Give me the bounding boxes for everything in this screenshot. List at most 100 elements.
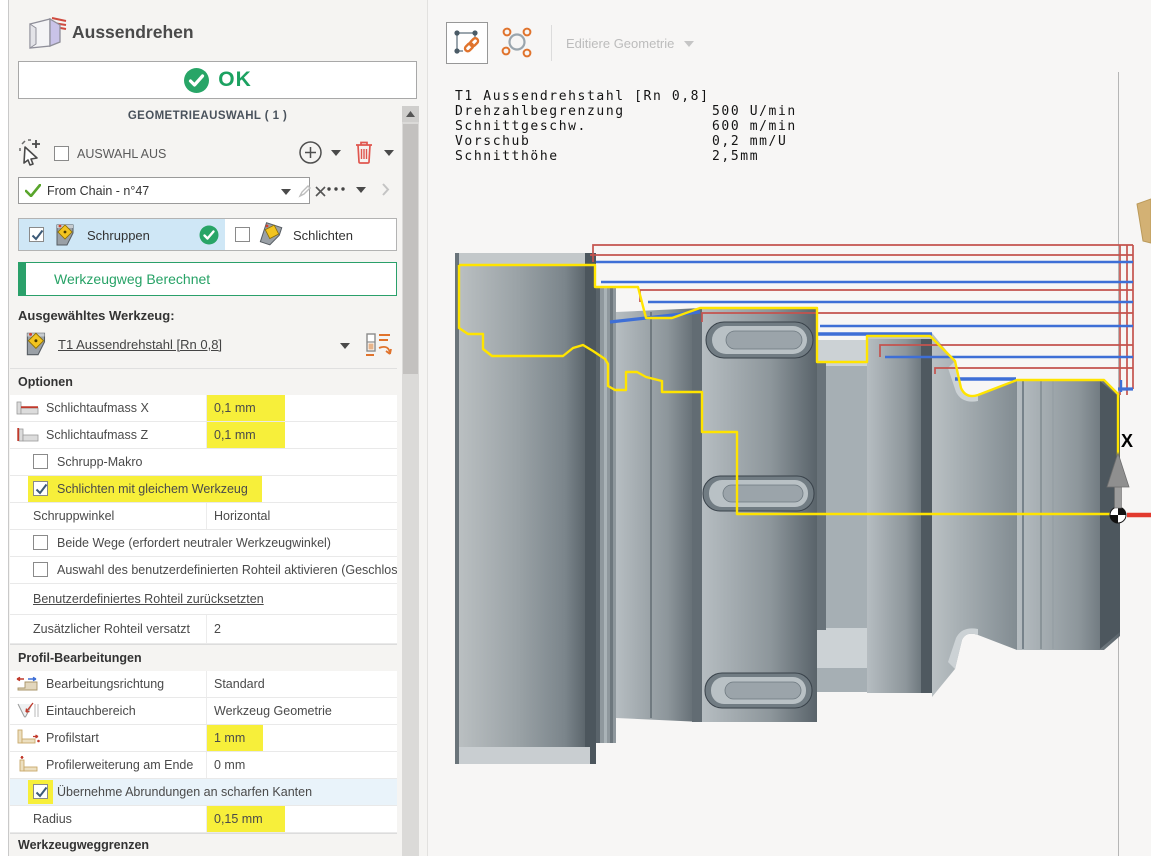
profile-row-eintauchbereich[interactable]: Eintauchbereich Werkzeug Geometrie (10, 698, 397, 725)
option-row-schruppwinkel[interactable]: Schruppwinkel Horizontal (10, 503, 397, 530)
part-model (455, 253, 1120, 764)
schlichten-checkbox[interactable] (235, 227, 250, 242)
option-row-rohteil-versatzt[interactable]: Zusätzlicher Rohteil versatzt 2 (10, 615, 397, 644)
schruppen-tool-icon (52, 222, 80, 248)
plunge-zone-icon (15, 701, 41, 721)
status-text: Werkzeugweg Berechnet (54, 271, 210, 287)
page-title: Aussendrehen (72, 22, 194, 43)
option-value[interactable]: 0,1 mm (214, 401, 256, 415)
scroll-up-arrow-icon (406, 111, 415, 117)
option-row-schrupp-makro[interactable]: Schrupp-Makro (10, 449, 397, 476)
delete-geometry-icon[interactable] (352, 139, 376, 165)
select-add-icon[interactable] (19, 138, 47, 166)
next-chevron-icon[interactable] (381, 182, 390, 197)
option-label: Radius (33, 812, 72, 826)
clear-chain-icon[interactable] (315, 186, 326, 197)
option-row-schlichten-gleiches-werkzeug[interactable]: Schlichten mit gleichem Werkzeug (10, 476, 397, 503)
app-window: Aussendrehen OK GEOMETRIEAUSWAHL ( 1 ) A… (0, 0, 1151, 856)
scrollbar-thumb[interactable] (403, 124, 418, 374)
tool-holder-shape (1137, 199, 1151, 243)
option-label: Auswahl des benutzerdefinierten Rohteil … (57, 563, 397, 577)
toolpath-limits-header: Werkzeugweggrenzen (10, 833, 397, 856)
profile-row-bearbeitungsrichtung[interactable]: Bearbeitungsrichtung Standard (10, 671, 397, 698)
profile-row-profilerweiterung[interactable]: Profilerweiterung am Ende 0 mm (10, 752, 397, 779)
custom-stock-checkbox[interactable] (33, 562, 48, 577)
model-view[interactable]: X (428, 56, 1151, 856)
profile-extension-icon (15, 755, 41, 775)
option-label: Schrupp-Makro (57, 455, 142, 469)
profile-header: Profil-Bearbeitungen (10, 644, 397, 671)
delete-dropdown-icon[interactable] (384, 150, 394, 156)
option-value[interactable]: 0,15 mm (214, 812, 263, 826)
schrupp-makro-checkbox[interactable] (33, 454, 48, 469)
chain-selector[interactable]: From Chain - n°47 (18, 177, 310, 204)
edit-chain-icon[interactable] (298, 184, 312, 198)
option-value[interactable]: Standard (214, 677, 265, 691)
option-row-reset-stock[interactable]: Benutzerdefiniertes Rohteil zurücksetzte… (10, 584, 397, 615)
finish-same-tool-checkbox[interactable] (33, 481, 48, 496)
ok-check-icon (183, 67, 210, 94)
origin-marker (1110, 507, 1151, 523)
reset-stock-link[interactable]: Benutzerdefiniertes Rohteil zurücksetzte… (33, 592, 264, 606)
add-dropdown-icon[interactable] (331, 150, 341, 156)
x-axis-label: X (1121, 431, 1133, 451)
option-label: Profilstart (46, 731, 99, 745)
machining-direction-icon (15, 674, 41, 694)
option-value[interactable]: 2 (214, 622, 221, 636)
more-options-icon[interactable] (326, 186, 346, 192)
options-list: Optionen Schlichtaufmass X 0,1 mm Schlic… (10, 369, 397, 856)
window-edge (8, 0, 9, 856)
tool-library-icon[interactable] (362, 330, 394, 362)
option-value[interactable]: 0,1 mm (214, 428, 256, 442)
scroll-up-button[interactable] (402, 106, 419, 122)
option-label: Beide Wege (erfordert neutraler Werkzeug… (57, 536, 331, 550)
tool-link[interactable]: T1 Aussendrehstahl [Rn 0,8] (58, 337, 222, 352)
stock-allowance-z-icon (15, 425, 41, 445)
option-label: Übernehme Abrundungen an scharfen Kanten (57, 785, 312, 799)
add-geometry-icon[interactable] (298, 140, 323, 165)
geometry-section-title: GEOMETRIEAUSWAHL ( 1 ) (18, 110, 397, 122)
slot-feature (703, 476, 814, 511)
schlichten-tool-icon (258, 222, 286, 248)
panel-scrollbar[interactable] (402, 106, 419, 856)
selected-tool-caption: Ausgewähltes Werkzeug: (18, 308, 175, 323)
options-header: Optionen (10, 369, 397, 395)
schlichten-label: Schlichten (293, 228, 353, 243)
profile-row-profilstart[interactable]: Profilstart 1 mm (10, 725, 397, 752)
option-value[interactable]: Horizontal (214, 509, 270, 523)
option-value[interactable]: 1 mm (214, 731, 245, 745)
slot-feature (706, 322, 813, 358)
stock-allowance-x-icon (15, 398, 41, 418)
option-label: Schruppwinkel (33, 509, 114, 523)
more-dropdown-icon[interactable] (356, 187, 366, 193)
chain-dropdown-icon[interactable] (281, 189, 291, 195)
both-ways-checkbox[interactable] (33, 535, 48, 550)
turning-operation-icon (26, 15, 68, 51)
ok-label: OK (218, 68, 252, 92)
option-row-schlichtaufmass-x[interactable]: Schlichtaufmass X 0,1 mm (10, 395, 397, 422)
option-label: Bearbeitungsrichtung (46, 677, 164, 691)
edit-geometry-button[interactable]: Editiere Geometrie (566, 36, 674, 51)
option-row-schlichtaufmass-z[interactable]: Schlichtaufmass Z 0,1 mm (10, 422, 397, 449)
schruppen-valid-icon (199, 225, 219, 245)
option-row-custom-stock[interactable]: Auswahl des benutzerdefinierten Rohteil … (10, 557, 397, 584)
round-sharp-corners-checkbox[interactable] (33, 784, 48, 799)
option-label: Profilerweiterung am Ende (46, 758, 193, 772)
schruppen-checkbox[interactable] (29, 227, 44, 242)
option-label: Zusätzlicher Rohteil versatzt (33, 622, 190, 636)
profile-row-uebernehme-abrundungen[interactable]: Übernehme Abrundungen an scharfen Kanten (10, 779, 397, 806)
chain-value: From Chain - n°47 (47, 184, 149, 198)
ok-button[interactable]: OK (18, 61, 417, 99)
profile-row-radius[interactable]: Radius 0,15 mm (10, 806, 397, 833)
option-label: Schlichten mit gleichem Werkzeug (57, 482, 248, 496)
schruppen-label: Schruppen (87, 228, 150, 243)
auswahl-aus-checkbox[interactable] (54, 146, 69, 161)
pass-type-box: Schruppen Schlichten (18, 218, 397, 251)
option-row-beide-wege[interactable]: Beide Wege (erfordert neutraler Werkzeug… (10, 530, 397, 557)
tool-dropdown-icon[interactable] (340, 343, 350, 349)
option-label: Schlichtaufmass Z (46, 428, 148, 442)
edit-geometry-dropdown-icon[interactable] (684, 41, 694, 47)
option-value[interactable]: 0 mm (214, 758, 245, 772)
option-value[interactable]: Werkzeug Geometrie (214, 704, 332, 718)
slot-feature (705, 673, 812, 708)
